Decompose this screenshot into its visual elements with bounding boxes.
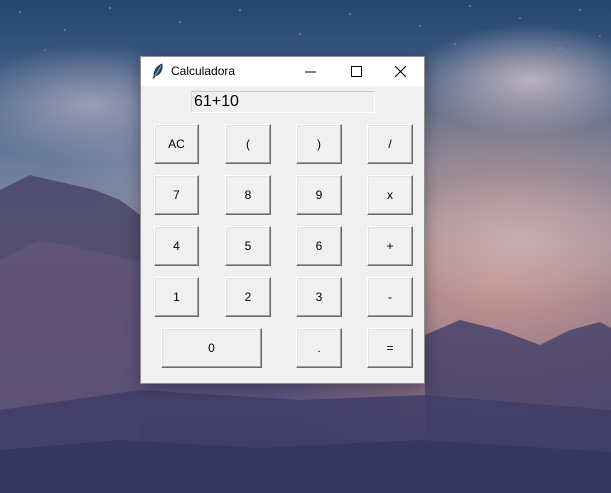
decimal-point-button[interactable]: . — [296, 328, 342, 368]
calculator-window: Calculadora 61+10 AC ( ) / 7 8 9 x 4 5 6… — [140, 56, 425, 384]
minus-button[interactable]: - — [367, 277, 413, 317]
maximize-button[interactable] — [334, 57, 380, 86]
equals-button[interactable]: = — [367, 328, 413, 368]
close-paren-button[interactable]: ) — [296, 124, 342, 164]
title-bar[interactable]: Calculadora — [141, 57, 424, 86]
divide-button[interactable]: / — [367, 124, 413, 164]
digit-1-button[interactable]: 1 — [154, 277, 199, 317]
close-icon — [395, 66, 407, 78]
maximize-icon — [351, 66, 362, 77]
digit-6-button[interactable]: 6 — [296, 226, 342, 266]
minimize-icon — [305, 71, 316, 73]
digit-4-button[interactable]: 4 — [154, 226, 199, 266]
digit-9-button[interactable]: 9 — [296, 175, 342, 215]
feather-icon — [151, 63, 165, 79]
plus-button[interactable]: + — [367, 226, 413, 266]
digit-2-button[interactable]: 2 — [225, 277, 271, 317]
digit-3-button[interactable]: 3 — [296, 277, 342, 317]
window-title: Calculadora — [171, 64, 236, 78]
expression-display[interactable]: 61+10 — [191, 91, 375, 113]
minimize-button[interactable] — [288, 57, 334, 86]
open-paren-button[interactable]: ( — [225, 124, 271, 164]
multiply-button[interactable]: x — [367, 175, 413, 215]
digit-0-button[interactable]: 0 — [161, 328, 262, 368]
ac-button[interactable]: AC — [154, 124, 199, 164]
digit-8-button[interactable]: 8 — [225, 175, 271, 215]
digit-5-button[interactable]: 5 — [225, 226, 271, 266]
digit-7-button[interactable]: 7 — [154, 175, 199, 215]
close-button[interactable] — [378, 57, 424, 86]
